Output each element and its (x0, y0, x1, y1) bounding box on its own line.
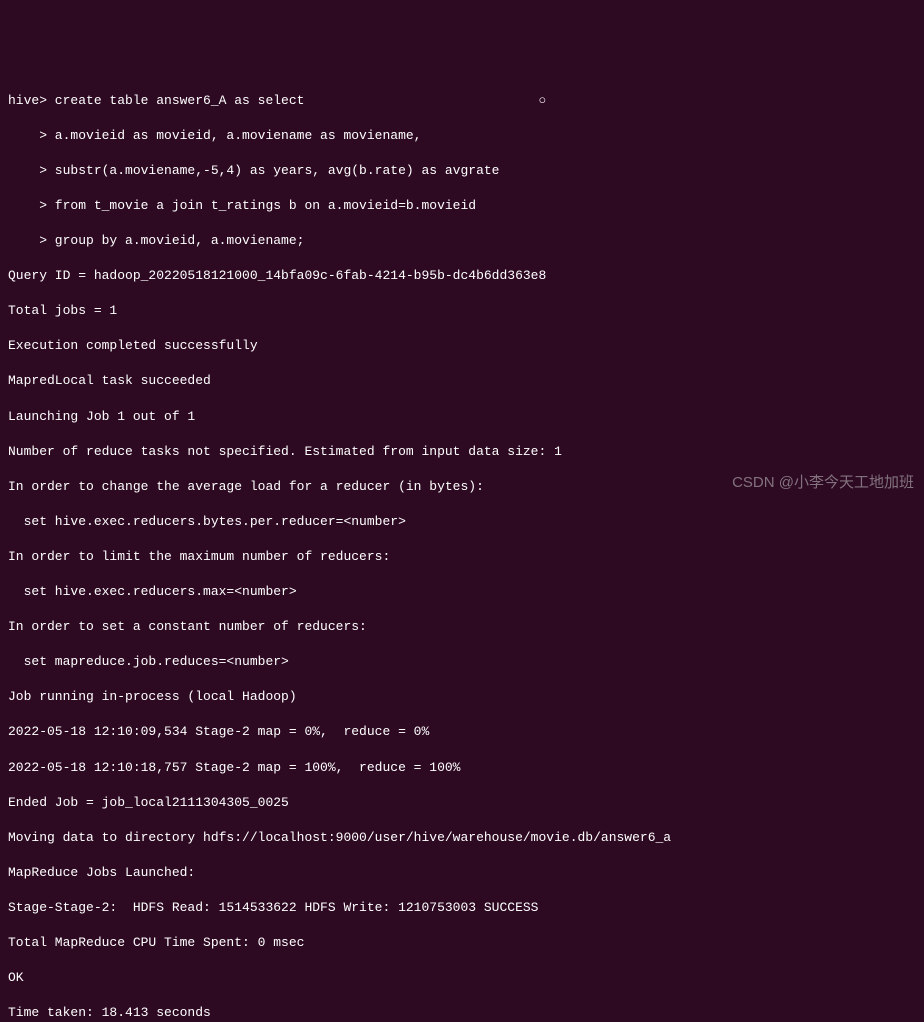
terminal-line: In order to set a constant number of red… (8, 618, 916, 636)
terminal-output[interactable]: hive> create table answer6_A as select ○… (8, 74, 916, 1022)
terminal-line: OK (8, 969, 916, 987)
terminal-line: Time taken: 18.413 seconds (8, 1004, 916, 1022)
terminal-line: set mapreduce.job.reduces=<number> (8, 653, 916, 671)
terminal-line: Launching Job 1 out of 1 (8, 408, 916, 426)
terminal-line: > group by a.movieid, a.moviename; (8, 232, 916, 250)
terminal-line: In order to limit the maximum number of … (8, 548, 916, 566)
terminal-line: Job running in-process (local Hadoop) (8, 688, 916, 706)
terminal-line: hive> create table answer6_A as select ○ (8, 92, 916, 110)
terminal-line: > from t_movie a join t_ratings b on a.m… (8, 197, 916, 215)
terminal-line: MapReduce Jobs Launched: (8, 864, 916, 882)
terminal-line: > substr(a.moviename,-5,4) as years, avg… (8, 162, 916, 180)
terminal-line: Query ID = hadoop_20220518121000_14bfa09… (8, 267, 916, 285)
terminal-line: set hive.exec.reducers.bytes.per.reducer… (8, 513, 916, 531)
terminal-line: Total MapReduce CPU Time Spent: 0 msec (8, 934, 916, 952)
terminal-line: Execution completed successfully (8, 337, 916, 355)
terminal-line: Stage-Stage-2: HDFS Read: 1514533622 HDF… (8, 899, 916, 917)
watermark-text: CSDN @小李今天工地加班 (732, 473, 914, 493)
terminal-line: > a.movieid as movieid, a.moviename as m… (8, 127, 916, 145)
terminal-line: Number of reduce tasks not specified. Es… (8, 443, 916, 461)
terminal-line: Total jobs = 1 (8, 302, 916, 320)
terminal-line: MapredLocal task succeeded (8, 372, 916, 390)
terminal-line: 2022-05-18 12:10:18,757 Stage-2 map = 10… (8, 759, 916, 777)
terminal-line: Moving data to directory hdfs://localhos… (8, 829, 916, 847)
terminal-line: set hive.exec.reducers.max=<number> (8, 583, 916, 601)
terminal-line: Ended Job = job_local2111304305_0025 (8, 794, 916, 812)
terminal-line: 2022-05-18 12:10:09,534 Stage-2 map = 0%… (8, 723, 916, 741)
